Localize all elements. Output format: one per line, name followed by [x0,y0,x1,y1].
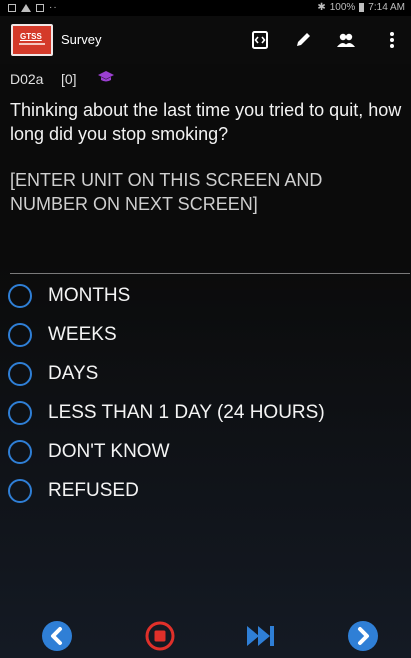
radio-button[interactable] [8,323,32,347]
divider [10,273,410,274]
action-bar: GTSS Survey [0,16,411,64]
option-dont-know[interactable]: DON'T KNOW [8,434,403,470]
survey-screen: ·· ✱ 100% 7:14 AM GTSS Survey D02a [0] T… [0,0,411,658]
logo-underline [19,43,45,45]
option-label: MONTHS [48,285,131,306]
pencil-icon[interactable] [289,26,317,54]
radio-button[interactable] [8,362,32,386]
app-logo: GTSS [11,24,53,56]
status-bar: ·· ✱ 100% 7:14 AM [0,0,411,16]
logo-text: GTSS [20,32,42,41]
bluetooth-icon: ✱ [317,2,326,13]
question-text: Thinking about the last time you tried t… [10,100,402,144]
question-count: [0] [61,71,77,87]
status-right: ✱ 100% 7:14 AM [317,2,405,13]
option-months[interactable]: MONTHS [8,278,403,314]
code-brackets-icon[interactable] [246,26,274,54]
next-icon[interactable] [347,620,379,652]
app-title: Survey [61,32,102,47]
option-label: WEEKS [48,324,117,345]
stop-icon[interactable] [144,620,176,652]
radio-button[interactable] [8,479,32,503]
question-id: D02a [10,71,44,87]
option-label: REFUSED [48,480,139,501]
option-label: DAYS [48,363,99,384]
option-refused[interactable]: REFUSED [8,473,403,509]
option-weeks[interactable]: WEEKS [8,317,403,353]
overflow-menu-icon[interactable] [378,26,406,54]
question-instruction: [ENTER UNIT ON THIS SCREEN AND NUMBER ON… [10,170,323,214]
status-left-icons: ·· [8,2,58,13]
image-icon [8,3,16,12]
option-less-than-1-day[interactable]: LESS THAN 1 DAY (24 HOURS) [8,395,403,431]
battery-icon [359,3,365,12]
more-dots-icon: ·· [49,2,58,13]
screen-icon [36,3,44,12]
option-label: DON'T KNOW [48,441,170,462]
radio-button[interactable] [8,440,32,464]
graduation-cap-icon[interactable] [97,70,115,89]
clock: 7:14 AM [368,2,405,13]
radio-button[interactable] [8,284,32,308]
option-label: LESS THAN 1 DAY (24 HOURS) [48,402,325,423]
people-icon[interactable] [332,26,360,54]
back-icon[interactable] [41,620,73,652]
fast-forward-icon[interactable] [245,620,277,652]
battery-percent: 100% [329,2,356,13]
radio-button[interactable] [8,401,32,425]
option-days[interactable]: DAYS [8,356,403,392]
warning-icon [21,3,31,12]
